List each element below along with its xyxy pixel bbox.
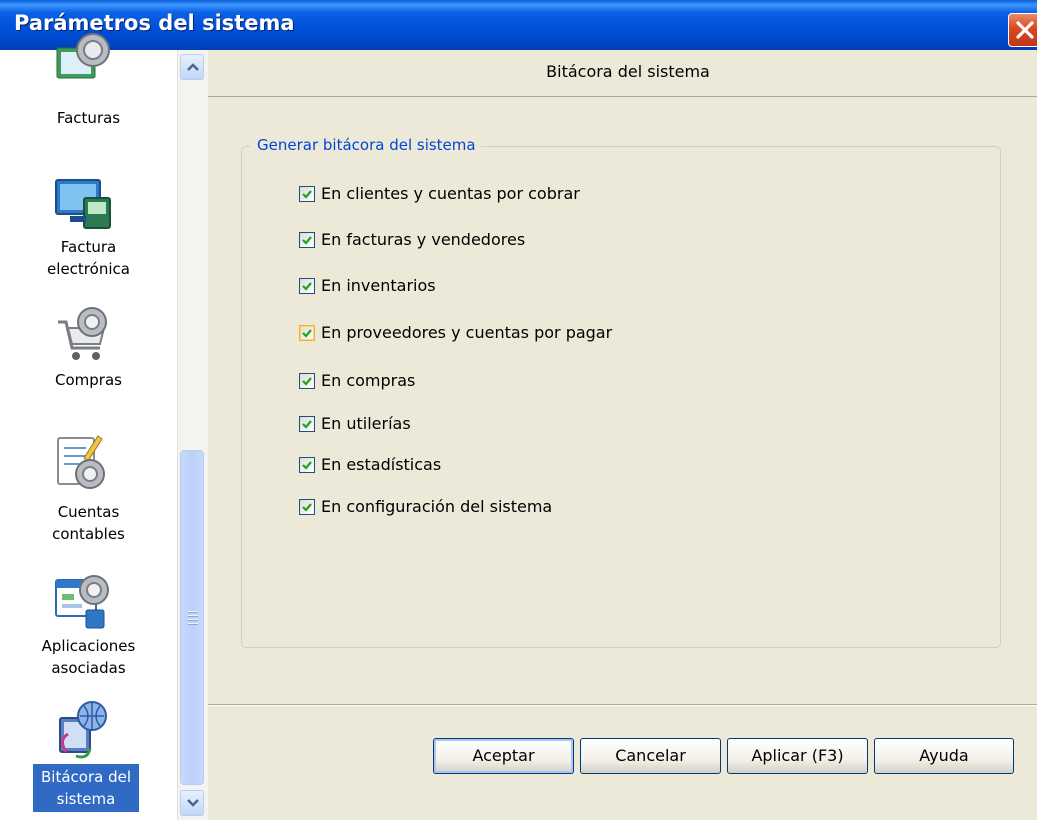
checkbox-label: En compras (321, 371, 416, 390)
computer-monitor-icon (55, 179, 111, 229)
checkbox-label: En facturas y vendedores (321, 230, 526, 249)
close-icon (1016, 21, 1034, 39)
checkbox-box[interactable] (299, 373, 315, 389)
nav-item-bitacora-del-sistema[interactable]: Bitácora del sistema (0, 700, 177, 820)
group-title: Generar bitácora del sistema (250, 136, 481, 154)
nav-label-line2: electrónica (47, 260, 130, 278)
system-parameters-dialog: Parámetros del sistema Facturas Factura … (0, 0, 1037, 820)
checkmark-icon (302, 236, 312, 245)
nav-item-facturas[interactable]: Facturas (0, 33, 177, 148)
scroll-down-button[interactable] (180, 790, 204, 816)
checkbox-box[interactable] (299, 457, 315, 473)
checkbox-label: En utilerías (321, 414, 411, 433)
checkbox-label: En inventarios (321, 276, 436, 295)
checkmark-icon (302, 461, 312, 470)
title-bar[interactable]: Parámetros del sistema (0, 0, 1037, 50)
checkbox-box[interactable] (299, 325, 315, 341)
nav-label-line1: Compras (55, 371, 122, 389)
category-sidebar: Facturas Factura electrónica Compras Cue… (0, 33, 177, 820)
nav-label-line1: Facturas (56, 109, 121, 127)
ledger-pencil-icon (57, 435, 105, 489)
apply-button[interactable]: Aplicar (F3) (727, 738, 868, 774)
gear-invoice-icon (56, 33, 110, 79)
sidebar-scrollbar[interactable] (177, 50, 208, 820)
cancel-button[interactable]: Cancelar (580, 738, 721, 774)
nav-label-line1: Bitácora del (41, 768, 131, 786)
help-button[interactable]: Ayuda (874, 738, 1014, 774)
checkbox-box[interactable] (299, 416, 315, 432)
checkbox-box[interactable] (299, 232, 315, 248)
checkbox-box[interactable] (299, 499, 315, 515)
checkbox-label: En proveedores y cuentas por pagar (321, 323, 613, 342)
nav-label-line1: Aplicaciones (41, 637, 136, 655)
checkbox-label: En estadísticas (321, 455, 442, 474)
nav-item-cuentas-contables[interactable]: Cuentas contables (0, 430, 177, 550)
checkbox-box[interactable] (299, 278, 315, 294)
nav-label-line2: sistema (56, 790, 116, 808)
nav-label-line2: asociadas (51, 659, 126, 677)
button-separator (208, 704, 1037, 706)
panel-title: Bitácora del sistema (546, 62, 710, 81)
close-button[interactable] (1008, 13, 1037, 47)
checkmark-icon (302, 503, 312, 512)
scroll-up-button[interactable] (180, 54, 204, 80)
app-window-icon (55, 575, 109, 629)
nav-item-compras[interactable]: Compras (0, 302, 177, 402)
checkmark-icon (302, 377, 312, 386)
nav-label-line1: Cuentas (57, 503, 120, 521)
checkmark-icon (302, 329, 312, 338)
checkbox-label: En configuración del sistema (321, 497, 553, 516)
panel-header: Bitácora del sistema (208, 50, 1037, 97)
settings-panel: Bitácora del sistema Generar bitácora de… (208, 50, 1037, 820)
checkbox-box[interactable] (299, 186, 315, 202)
checkmark-icon (302, 282, 312, 291)
chevron-up-icon (187, 63, 199, 71)
scroll-thumb[interactable] (180, 450, 204, 785)
log-options-group (241, 146, 1001, 648)
accept-button[interactable]: Aceptar (433, 738, 574, 774)
checkmark-icon (302, 190, 312, 199)
checkbox-label: En clientes y cuentas por cobrar (321, 184, 580, 203)
checkmark-icon (302, 420, 312, 429)
nav-item-factura-electronica[interactable]: Factura electrónica (0, 168, 177, 288)
nav-label-line2: contables (52, 525, 125, 543)
shopping-cart-icon (58, 307, 107, 360)
log-globe-icon (59, 701, 107, 759)
nav-item-aplicaciones-asociadas[interactable]: Aplicaciones asociadas (0, 570, 177, 690)
nav-label-line1: Factura (60, 238, 117, 256)
chevron-down-icon (187, 799, 199, 807)
